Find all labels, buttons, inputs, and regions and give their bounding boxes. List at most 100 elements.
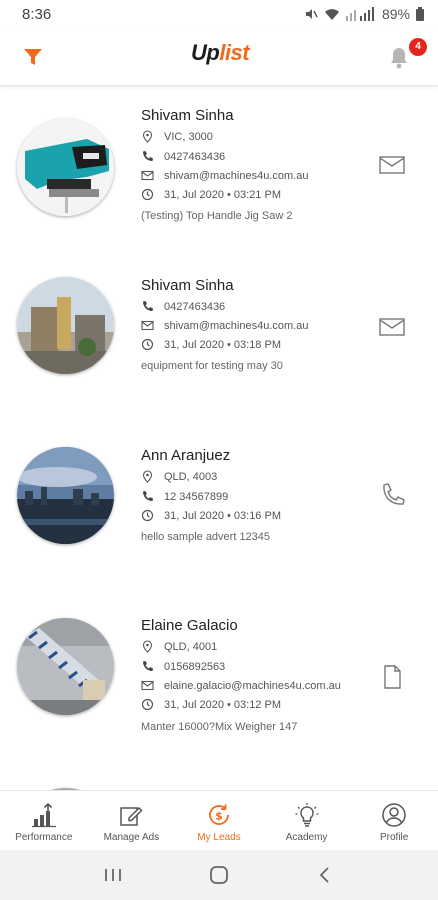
dollar-refresh-icon: $ [209, 804, 229, 825]
home-button[interactable] [204, 860, 234, 890]
lead-email-button[interactable] [378, 151, 406, 179]
lead-phone: 0156892563 [164, 660, 226, 673]
lead-phone-row: 0427463436 [141, 300, 225, 313]
nav-performance[interactable]: Performance [0, 791, 88, 850]
clock-icon [141, 698, 154, 711]
lead-date-row: 31, Jul 2020 • 03:12 PM [141, 698, 281, 711]
nav-label: Manage Ads [103, 832, 160, 843]
lead-date-row: 31, Jul 2020 • 03:18 PM [141, 338, 281, 351]
lead-name: Shivam Sinha [141, 107, 234, 124]
back-icon [319, 867, 329, 883]
bottom-nav: Performance Manage Ads $ My Leads Academ… [0, 790, 438, 850]
filter-button[interactable] [22, 46, 44, 68]
nav-my-leads[interactable]: $ My Leads [175, 791, 263, 850]
notification-badge: 4 [409, 38, 427, 56]
leads-list: Shivam Sinha VIC, 3000 0427463436 shivam… [0, 87, 438, 790]
phone-icon [383, 483, 405, 505]
lead-avatar [17, 618, 114, 715]
lead-date-row: 31, Jul 2020 • 03:16 PM [141, 509, 281, 522]
lead-email: shivam@machines4u.com.au [164, 319, 309, 332]
battery-percent: 89% [381, 6, 410, 22]
lightbulb-icon [295, 803, 319, 827]
performance-icon [31, 802, 56, 828]
lead-email: shivam@machines4u.com.au [164, 169, 309, 182]
lead-card-partial[interactable] [0, 767, 438, 790]
lead-name: Shivam Sinha [141, 277, 234, 294]
nav-profile[interactable]: Profile [350, 791, 438, 850]
filter-icon [24, 49, 42, 65]
lead-name: Elaine Galacio [141, 617, 238, 634]
mute-icon [305, 9, 318, 19]
location-pin-icon [142, 470, 153, 483]
lead-date-row: 31, Jul 2020 • 03:21 PM [141, 188, 281, 201]
app-logo: Uplist [191, 40, 250, 66]
location-pin-icon [142, 640, 153, 653]
edit-icon [120, 806, 143, 826]
status-bar: 8:36 89% [0, 0, 438, 28]
system-nav-bar [0, 850, 438, 900]
lead-phone: 0427463436 [164, 300, 226, 313]
lead-phone: 0427463436 [164, 150, 226, 163]
status-time: 8:36 [22, 5, 52, 23]
lead-location: QLD, 4003 [164, 470, 218, 483]
phone-small-icon [143, 491, 153, 501]
city-skyline-photo [17, 447, 114, 544]
lead-description: Manter 16000?Mix Weigher 147 [141, 721, 298, 733]
lead-location-row: QLD, 4001 [141, 640, 217, 653]
lead-description: hello sample advert 12345 [141, 531, 271, 543]
lead-phone-row: 0427463436 [141, 150, 225, 163]
email-small-icon [141, 680, 154, 691]
lead-call-button[interactable] [378, 482, 406, 510]
location-pin-icon [142, 130, 153, 143]
lead-card[interactable]: Ann Aranjuez QLD, 4003 12 34567899 31, J… [0, 427, 438, 597]
phone-small-icon [143, 661, 153, 671]
lead-card[interactable]: Shivam Sinha VIC, 3000 0427463436 shivam… [0, 87, 438, 257]
lead-phone-row: 12 34567899 [141, 490, 228, 503]
nav-manage-ads[interactable]: Manage Ads [88, 791, 176, 850]
app-header: Uplist 4 [0, 28, 438, 86]
nav-academy[interactable]: Academy [263, 791, 351, 850]
lead-email: elaine.galacio@machines4u.com.au [164, 679, 341, 692]
jigsaw-photo [17, 119, 114, 216]
lead-email-button[interactable] [378, 313, 406, 341]
clock-icon [141, 338, 154, 351]
lead-date: 31, Jul 2020 • 03:16 PM [164, 509, 281, 522]
document-icon [384, 665, 401, 689]
lead-date: 31, Jul 2020 • 03:12 PM [164, 698, 281, 711]
signal-icon [345, 7, 374, 21]
lead-location: QLD, 4001 [164, 640, 218, 653]
lead-location: VIC, 3000 [164, 130, 213, 143]
svg-text:$: $ [215, 810, 223, 823]
profile-icon [382, 803, 406, 827]
lead-date: 31, Jul 2020 • 03:18 PM [164, 338, 281, 351]
lead-location-row: QLD, 4003 [141, 470, 217, 483]
nav-label: Profile [379, 832, 409, 843]
building-photo [17, 277, 114, 374]
battery-icon [416, 7, 424, 21]
status-icons: 89% [304, 6, 424, 22]
lead-card[interactable]: Shivam Sinha 0427463436 shivam@machines4… [0, 257, 438, 427]
logo-list: list [219, 40, 250, 65]
phone-small-icon [143, 301, 153, 311]
lead-email-row: shivam@machines4u.com.au [141, 319, 308, 332]
lead-location-row: VIC, 3000 [141, 130, 213, 143]
recent-apps-icon [105, 869, 121, 881]
lead-email-row: elaine.galacio@machines4u.com.au [141, 679, 341, 692]
lead-avatar [17, 277, 114, 374]
mail-icon [379, 156, 405, 174]
lead-phone: 12 34567899 [164, 490, 229, 503]
lead-description: (Testing) Top Handle Jig Saw 2 [141, 210, 293, 222]
lead-description: equipment for testing may 30 [141, 360, 283, 372]
lead-document-button[interactable] [378, 663, 406, 691]
mail-icon [379, 318, 405, 336]
lead-card[interactable]: Elaine Galacio QLD, 4001 0156892563 elai… [0, 597, 438, 767]
email-small-icon [141, 320, 154, 331]
lead-date: 31, Jul 2020 • 03:21 PM [164, 188, 281, 201]
phone-small-icon [143, 151, 153, 161]
email-small-icon [141, 170, 154, 181]
back-button[interactable] [310, 860, 340, 890]
lead-avatar [17, 447, 114, 544]
nav-label: Performance [15, 832, 73, 843]
recent-apps-button[interactable] [98, 860, 128, 890]
logo-up: Up [191, 40, 220, 65]
